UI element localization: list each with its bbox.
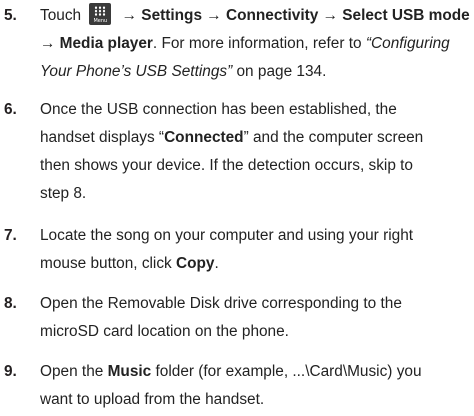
step-text: folder (for example, ...\Card\Music) you	[151, 363, 422, 380]
menu-path: → Settings → Connectivity → Select USB m…	[121, 7, 470, 24]
step-text: Open the	[40, 363, 108, 380]
status-word: Connected	[164, 129, 244, 146]
page-reference: on page 134.	[232, 63, 327, 80]
menu-path-end: → Media player	[40, 35, 153, 52]
step-text: . For more information, refer to	[152, 35, 362, 52]
step-text: Open the Removable Disk drive correspond…	[40, 295, 402, 312]
step-number: 6.	[4, 101, 17, 118]
step-text: microSD card location on the phone.	[40, 323, 289, 340]
step-5-line-1: Touch Menu → Settings → Connectivity → S…	[40, 2, 470, 30]
step-text: want to upload from the handset.	[40, 391, 265, 408]
step-text: step 8.	[40, 185, 87, 202]
step-number: 8.	[4, 295, 17, 312]
folder-name: Music	[107, 363, 152, 380]
step-number: 7.	[4, 227, 17, 244]
step-text: handset displays “	[40, 129, 165, 146]
step-5-line-2: → Media player. For more information, re…	[40, 30, 450, 58]
step-text: Locate the song on your computer and usi…	[40, 227, 414, 244]
menu-icon: Menu	[89, 3, 112, 25]
step-5-line-3: Your Phone’s USB Settings” on page 134.	[40, 58, 326, 86]
cross-reference-title-cont[interactable]: Your Phone’s USB Settings”	[40, 63, 232, 80]
step-9-line-1: Open the Music folder (for example, ...\…	[40, 358, 422, 386]
step-text: mouse button, click	[40, 255, 177, 272]
step-text: then shows your device. If the detection…	[40, 157, 413, 174]
step-6-line-2: handset displays “Connected” and the com…	[40, 124, 423, 152]
step-text: Touch	[40, 7, 82, 24]
step-text: Once the USB connection has been establi…	[40, 101, 397, 118]
command-word: Copy	[176, 255, 215, 272]
document-page: 5. Touch Menu → Settings → Connectivity …	[0, 0, 474, 416]
step-7-line-2: mouse button, click Copy.	[40, 250, 219, 278]
step-text: .	[214, 255, 219, 272]
cross-reference-title[interactable]: “Configuring	[366, 35, 450, 52]
step-number: 5.	[4, 7, 17, 24]
step-text: ” and the computer screen	[243, 129, 424, 146]
step-number: 9.	[4, 363, 17, 380]
